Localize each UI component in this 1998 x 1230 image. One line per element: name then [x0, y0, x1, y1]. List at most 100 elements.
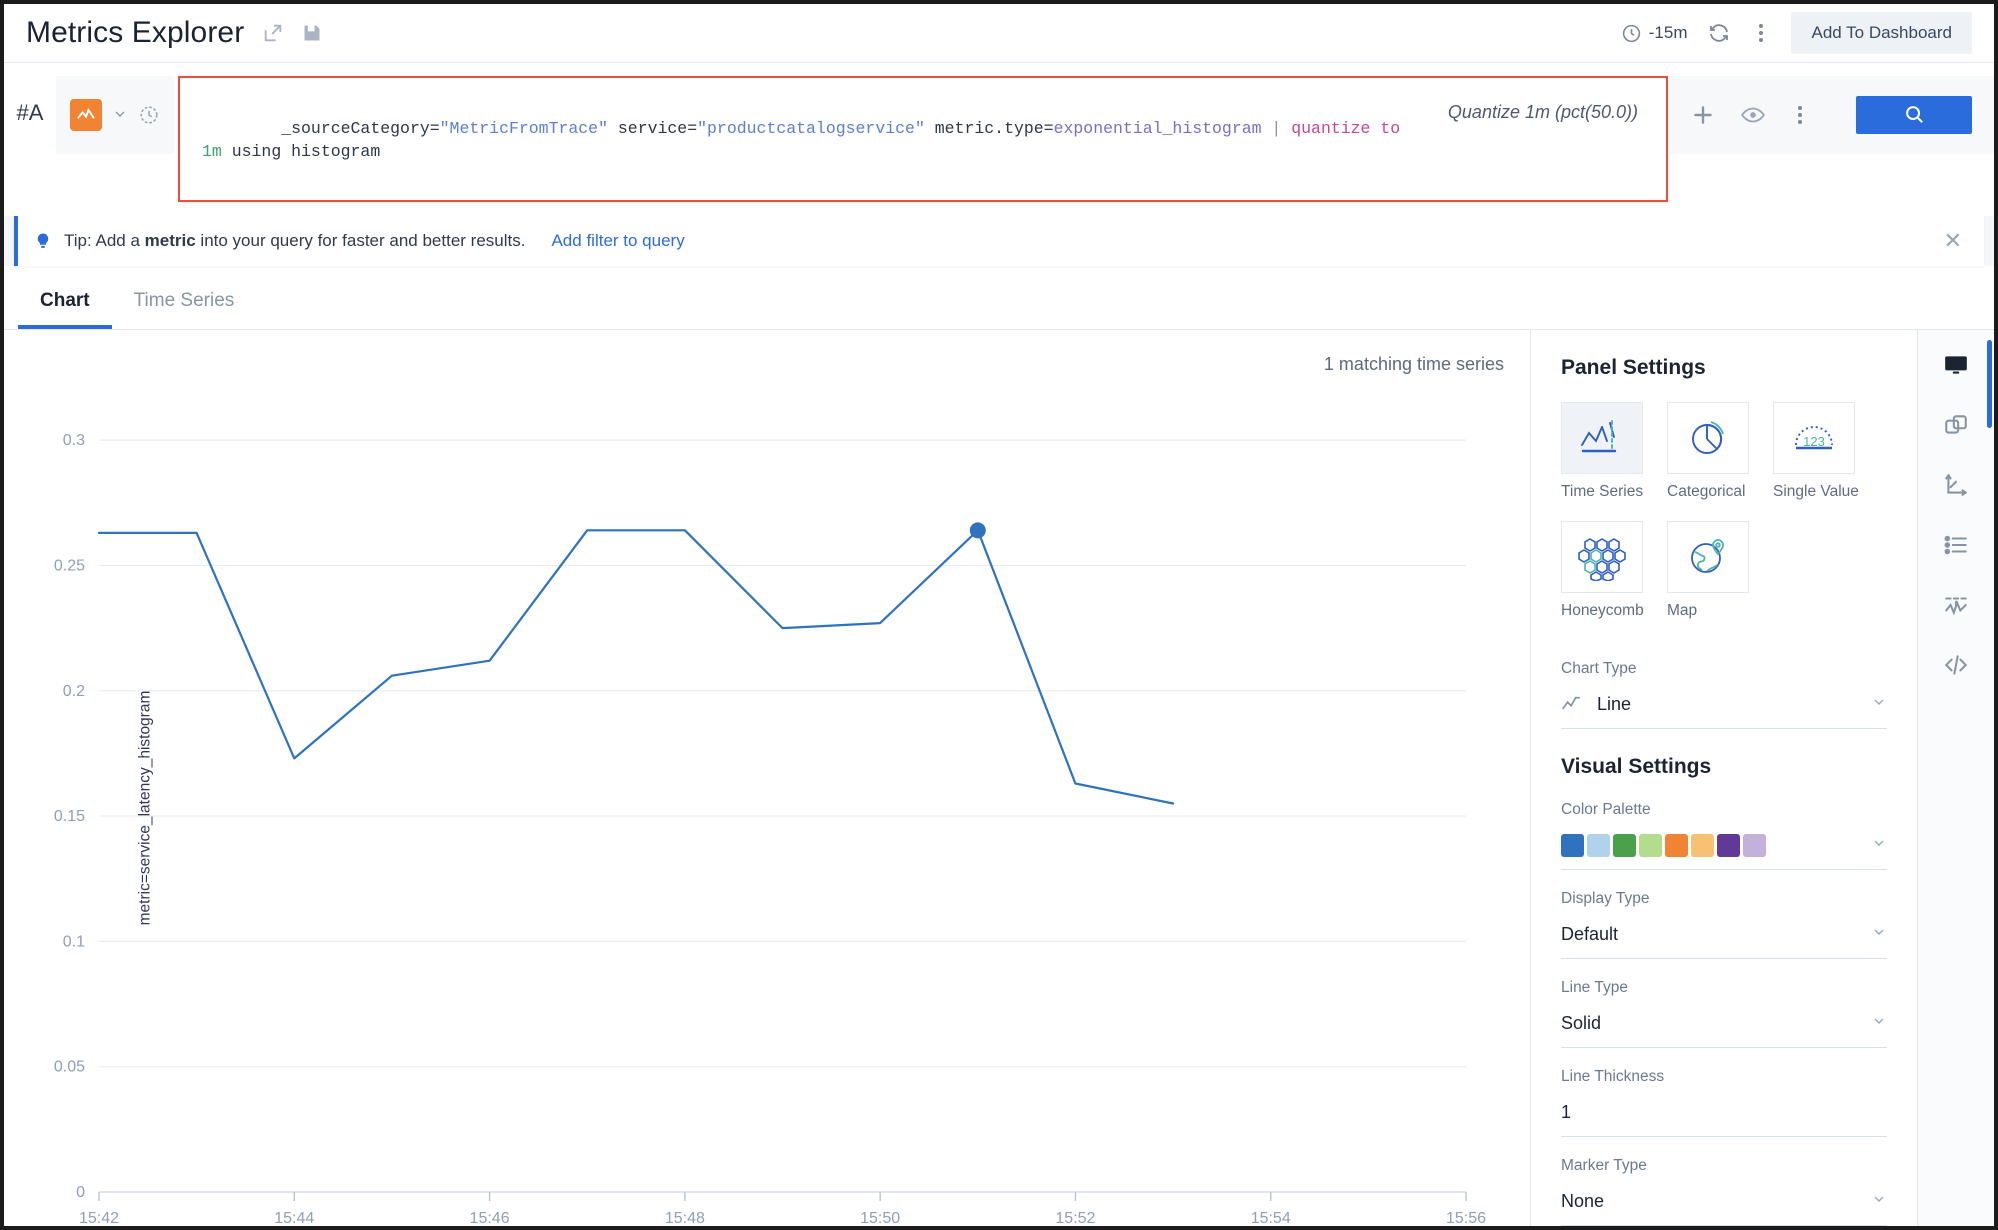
panel-settings-title: Panel Settings	[1561, 356, 1887, 380]
svg-text:123: 123	[1803, 434, 1825, 449]
color-swatch	[1665, 834, 1688, 857]
display-type-label: Display Type	[1561, 890, 1887, 908]
display-type-field: Display Type Default	[1561, 890, 1887, 959]
share-icon[interactable]	[262, 22, 284, 44]
chart-pane: 1 matching time series metric=service_la…	[4, 330, 1531, 1226]
header-icon-group	[262, 22, 322, 44]
tip-suffix: into your query for faster and better re…	[196, 231, 526, 250]
save-icon[interactable]	[302, 23, 322, 43]
y-tick-label: 0.2	[63, 683, 85, 700]
chevron-down-icon[interactable]	[1871, 924, 1887, 944]
panel-type-honeycomb[interactable]: Honeycomb	[1561, 521, 1645, 620]
line-type-label: Line Type	[1561, 979, 1887, 997]
query-input[interactable]: _sourceCategory="MetricFromTrace" servic…	[178, 76, 1668, 202]
query-hint-label: Quantize 1m (pct(50.0))	[1438, 78, 1666, 123]
axes-icon[interactable]	[1943, 472, 1969, 498]
chevron-down-icon[interactable]	[1871, 835, 1887, 855]
tip-bold: metric	[145, 231, 196, 250]
refresh-icon[interactable]	[1707, 21, 1731, 45]
code-icon[interactable]	[1943, 652, 1969, 678]
right-icon-rail	[1917, 330, 1994, 1226]
x-tick-label: 15:56	[1446, 1210, 1486, 1226]
line-thickness-value: 1	[1561, 1102, 1571, 1123]
color-swatch	[1561, 834, 1584, 857]
color-swatch	[1639, 834, 1662, 857]
monitor-icon[interactable]	[1943, 352, 1969, 378]
metric-chart-icon[interactable]	[70, 99, 102, 131]
panel-type-single-value[interactable]: 123 Single Value	[1773, 402, 1857, 501]
panel-scroll-indicator[interactable]	[1987, 340, 1992, 428]
add-to-dashboard-button[interactable]: Add To Dashboard	[1791, 12, 1972, 54]
chart-series-line	[99, 530, 1173, 803]
header-right-group: -15m Add To Dashboard	[1621, 12, 1972, 54]
tab-bar: Chart Time Series	[4, 274, 1994, 330]
chevron-down-icon[interactable]	[1871, 1191, 1887, 1211]
query-row: #A _sourceCategory="MetricFromTrace" ser…	[4, 63, 1994, 208]
y-tick-label: 0.05	[54, 1059, 85, 1076]
color-swatch-group	[1561, 834, 1766, 857]
x-tick-label: 15:48	[665, 1210, 705, 1226]
line-chart-icon	[1561, 696, 1583, 712]
chart-gridlines	[99, 440, 1466, 1067]
close-icon[interactable]: ✕	[1938, 228, 1968, 254]
query-label: #A	[4, 76, 56, 126]
clock-history-icon[interactable]	[138, 104, 160, 126]
threshold-icon[interactable]	[1943, 592, 1969, 618]
display-type-select[interactable]: Default	[1561, 915, 1887, 959]
chevron-down-icon[interactable]	[110, 106, 130, 125]
visual-settings-title: Visual Settings	[1561, 755, 1887, 779]
y-tick-label: 0.3	[63, 432, 85, 449]
metrics-explorer-app: Metrics Explorer -15m	[4, 4, 1994, 1226]
line-chart-svg[interactable]: 00.050.10.150.20.250.3 15:4215:4415:4615…	[4, 330, 1490, 1226]
honeycomb-icon	[1561, 521, 1643, 593]
query-actions	[1668, 76, 1994, 154]
add-filter-to-query-link[interactable]: Add filter to query	[551, 231, 684, 251]
tip-text: Tip: Add a metric into your query for fa…	[64, 231, 525, 251]
panel-type-time-series[interactable]: Time Series	[1561, 402, 1645, 501]
time-range-label: -15m	[1649, 23, 1688, 43]
color-palette-field: Color Palette	[1561, 801, 1887, 870]
query-text[interactable]: _sourceCategory="MetricFromTrace" servic…	[180, 78, 1438, 200]
color-palette-select[interactable]	[1561, 826, 1887, 870]
settings-panel: Panel Settings Time Series	[1531, 330, 1917, 1226]
tip-bar-wrapper: Tip: Add a metric into your query for fa…	[4, 216, 1994, 266]
search-button[interactable]	[1856, 96, 1972, 134]
x-tick-label: 15:44	[274, 1210, 314, 1226]
lightbulb-icon	[34, 230, 52, 252]
y-tick-label: 0.15	[54, 808, 85, 825]
chart-type-select[interactable]: Line	[1561, 685, 1887, 729]
color-swatch	[1717, 834, 1740, 857]
search-icon	[1903, 103, 1925, 128]
tip-bar: Tip: Add a metric into your query for fa…	[14, 216, 1984, 266]
panel-type-categorical[interactable]: Categorical	[1667, 402, 1751, 501]
y-tick-label: 0.1	[63, 933, 85, 950]
chart-type-value: Line	[1597, 694, 1631, 715]
eye-icon[interactable]	[1740, 102, 1766, 128]
marker-type-field: Marker Type None	[1561, 1157, 1887, 1226]
plus-icon[interactable]	[1690, 102, 1716, 128]
color-palette-label: Color Palette	[1561, 801, 1887, 819]
panel-type-map[interactable]: Map	[1667, 521, 1751, 620]
page-title: Metrics Explorer	[26, 16, 244, 50]
chevron-down-icon[interactable]	[1871, 1013, 1887, 1033]
header-more-menu[interactable]	[1751, 20, 1771, 46]
time-range-picker[interactable]: -15m	[1621, 23, 1688, 44]
chevron-down-icon[interactable]	[1871, 694, 1887, 714]
marker-type-value: None	[1561, 1191, 1604, 1212]
line-type-select[interactable]: Solid	[1561, 1004, 1887, 1048]
legend-list-icon[interactable]	[1943, 532, 1969, 558]
marker-type-select[interactable]: None	[1561, 1182, 1887, 1226]
chart-type-label: Chart Type	[1561, 660, 1887, 678]
query-more-menu[interactable]	[1790, 102, 1810, 128]
tab-chart[interactable]: Chart	[18, 274, 112, 329]
main-body: 1 matching time series metric=service_la…	[4, 330, 1994, 1226]
line-type-value: Solid	[1561, 1013, 1601, 1034]
panel-type-grid: Time Series Categorical	[1561, 402, 1887, 640]
marker-type-label: Marker Type	[1561, 1157, 1887, 1175]
globe-pin-icon	[1667, 521, 1749, 593]
y-tick-label: 0	[76, 1184, 85, 1201]
chart-type-field: Chart Type Line	[1561, 660, 1887, 729]
tab-time-series[interactable]: Time Series	[112, 274, 257, 329]
line-thickness-input[interactable]: 1	[1561, 1093, 1887, 1137]
layers-icon[interactable]	[1943, 412, 1969, 438]
